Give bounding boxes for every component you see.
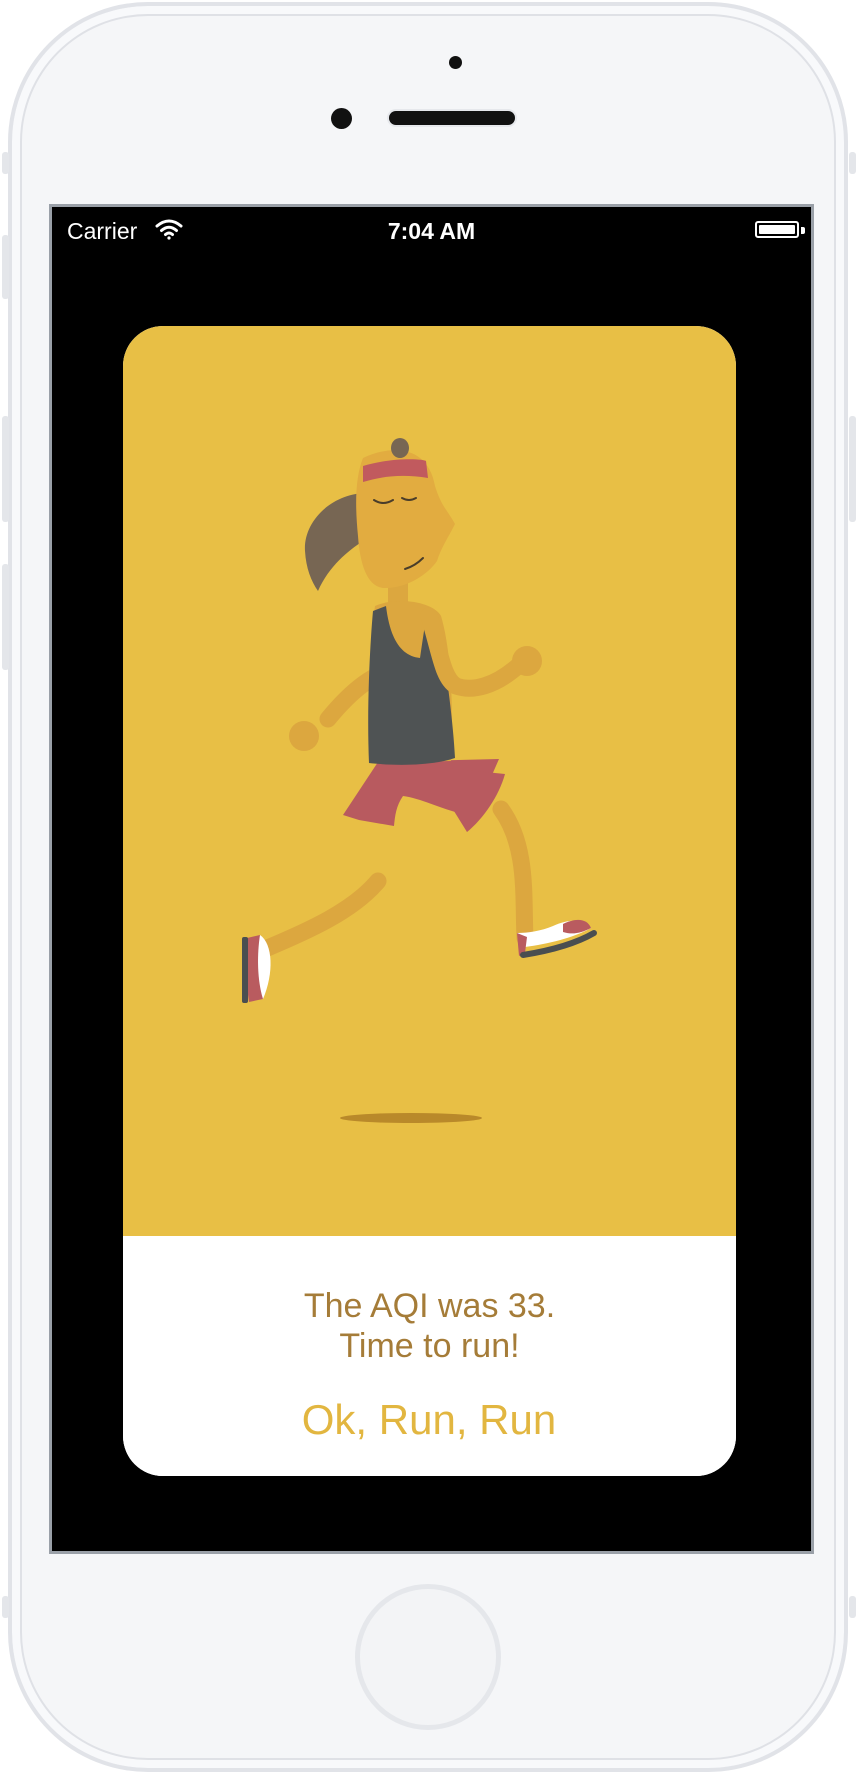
card-footer: The AQI was 33. Time to run! Ok, Run, Ru… bbox=[123, 1236, 736, 1476]
battery-icon bbox=[755, 221, 799, 238]
volume-up-button bbox=[2, 416, 9, 522]
back-leg bbox=[256, 872, 387, 958]
battery-level bbox=[759, 225, 795, 234]
volume-down-button bbox=[2, 564, 9, 670]
proximity-sensor bbox=[449, 56, 462, 69]
back-shoe-sole bbox=[242, 937, 248, 1003]
simulator-stage: Carrier 7:04 AM The AQI was 33. Time to … bbox=[0, 0, 858, 1777]
power-button bbox=[849, 416, 856, 522]
status-time: 7:04 AM bbox=[387, 218, 476, 244]
runner-bun bbox=[391, 438, 409, 458]
frame-seam-left-top bbox=[2, 152, 9, 174]
aqi-alert-card: The AQI was 33. Time to run! Ok, Run, Ru… bbox=[123, 326, 736, 1476]
front-camera bbox=[331, 108, 352, 129]
frame-seam-right-bottom bbox=[849, 1596, 856, 1618]
front-fist bbox=[512, 646, 542, 676]
aqi-message-line1: The AQI was 33. bbox=[303, 1287, 556, 1325]
battery-tip bbox=[801, 227, 805, 234]
front-leg bbox=[492, 800, 534, 947]
illustration-panel bbox=[123, 326, 736, 1236]
earpiece-speaker bbox=[389, 111, 515, 125]
runner-shadow bbox=[340, 1113, 482, 1123]
back-fist bbox=[289, 721, 319, 751]
mute-switch bbox=[2, 235, 9, 299]
home-button[interactable] bbox=[355, 1584, 501, 1730]
ok-run-button[interactable]: Ok, Run, Run bbox=[229, 1392, 629, 1448]
runner-illustration bbox=[242, 438, 597, 1123]
status-bar: Carrier 7:04 AM bbox=[52, 207, 811, 251]
aqi-message-line2: Time to run! bbox=[339, 1327, 520, 1365]
frame-seam-right-top bbox=[849, 152, 856, 174]
device-screen: Carrier 7:04 AM The AQI was 33. Time to … bbox=[49, 204, 814, 1554]
frame-seam-left-bottom bbox=[2, 1596, 9, 1618]
